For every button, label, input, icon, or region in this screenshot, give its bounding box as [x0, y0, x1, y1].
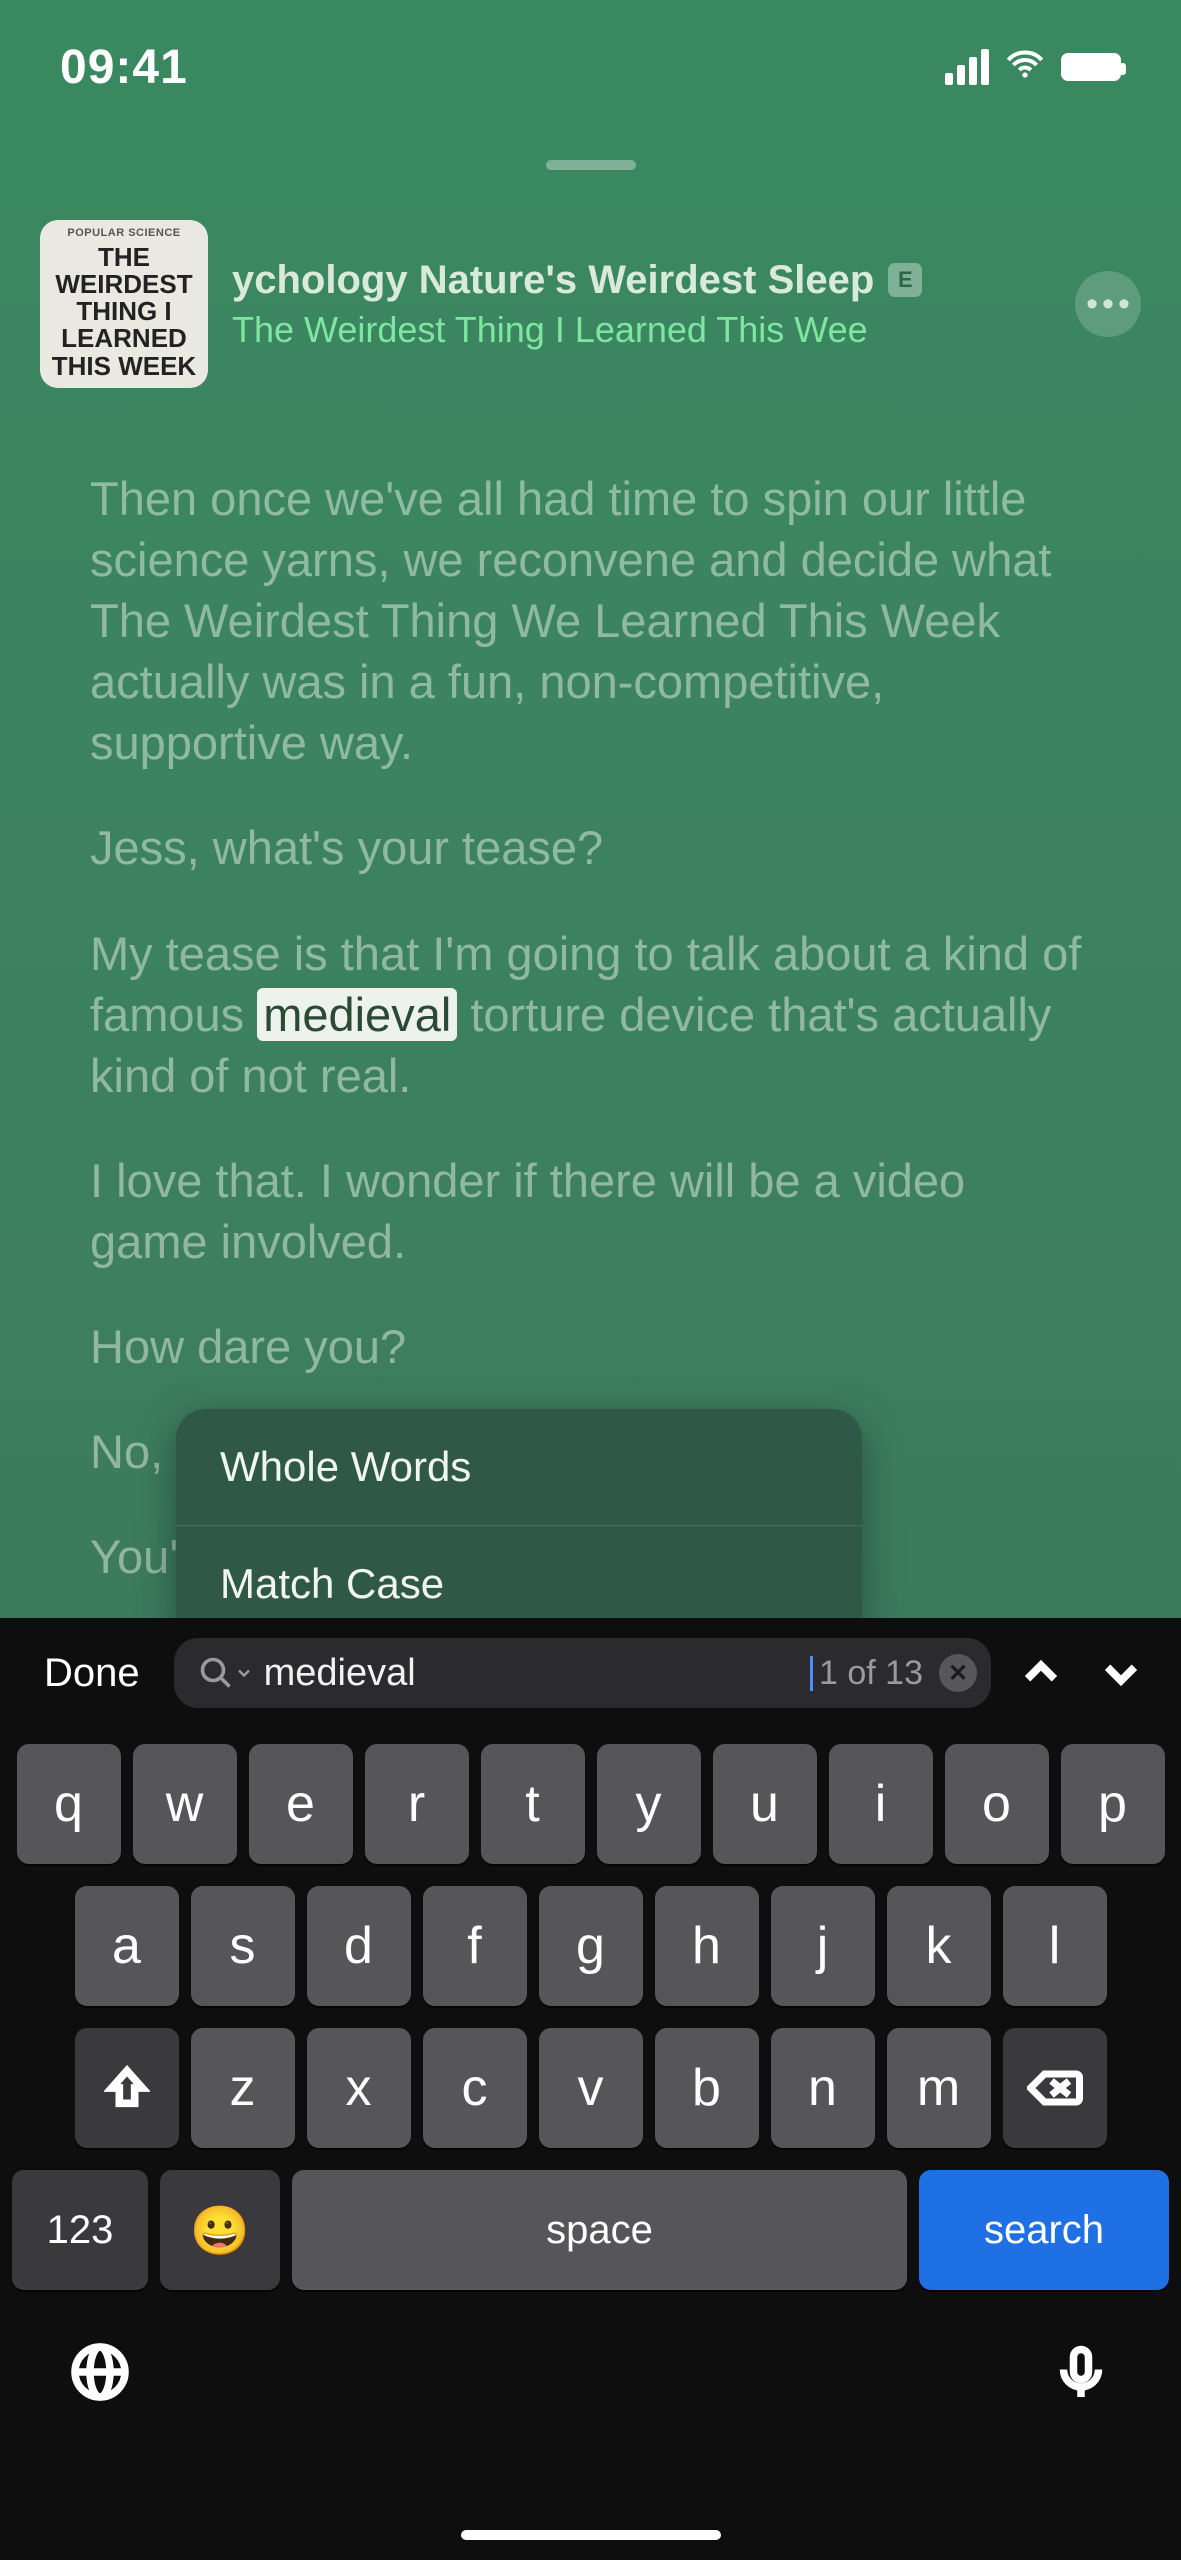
key-u[interactable]: u — [713, 1744, 817, 1864]
key-e[interactable]: e — [249, 1744, 353, 1864]
key-g[interactable]: g — [539, 1886, 643, 2006]
key-h[interactable]: h — [655, 1886, 759, 2006]
numbers-key[interactable]: 123 — [12, 2170, 148, 2290]
chevron-down-icon[interactable] — [234, 1663, 254, 1683]
space-key[interactable]: space — [292, 2170, 907, 2290]
globe-key[interactable] — [70, 2342, 130, 2407]
whole-words-option[interactable]: Whole Words — [176, 1409, 862, 1525]
transcript-paragraph[interactable]: My tease is that I'm going to talk about… — [90, 923, 1091, 1106]
key-j[interactable]: j — [771, 1886, 875, 2006]
transcript-paragraph[interactable]: I love that. I wonder if there will be a… — [90, 1150, 1091, 1272]
emoji-key[interactable]: 😀 — [160, 2170, 280, 2290]
sheet-handle[interactable] — [546, 160, 636, 170]
search-highlight[interactable]: medieval — [257, 988, 457, 1041]
key-p[interactable]: p — [1061, 1744, 1165, 1864]
key-m[interactable]: m — [887, 2028, 991, 2148]
episode-header: POPULAR SCIENCE THE WEIRDEST THING I LEA… — [0, 220, 1181, 388]
status-bar: 09:41 — [0, 0, 1181, 120]
key-x[interactable]: x — [307, 2028, 411, 2148]
key-l[interactable]: l — [1003, 1886, 1107, 2006]
key-r[interactable]: r — [365, 1744, 469, 1864]
key-o[interactable]: o — [945, 1744, 1049, 1864]
result-count: 1 of 13 — [819, 1654, 923, 1693]
status-time: 09:41 — [60, 40, 188, 95]
transcript-paragraph[interactable]: How dare you? — [90, 1316, 1091, 1377]
backspace-key[interactable] — [1003, 2028, 1107, 2148]
shift-key[interactable] — [75, 2028, 179, 2148]
key-z[interactable]: z — [191, 2028, 295, 2148]
artwork-topline: POPULAR SCIENCE — [67, 228, 180, 240]
cellular-icon — [945, 49, 989, 85]
key-a[interactable]: a — [75, 1886, 179, 2006]
key-k[interactable]: k — [887, 1886, 991, 2006]
podcast-name[interactable]: The Weirdest Thing I Learned This Wee — [232, 309, 1051, 351]
home-indicator[interactable] — [461, 2530, 721, 2540]
done-button[interactable]: Done — [30, 1651, 154, 1696]
transcript-paragraph[interactable]: Then once we've all had time to spin our… — [90, 468, 1091, 773]
key-n[interactable]: n — [771, 2028, 875, 2148]
search-key[interactable]: search — [919, 2170, 1169, 2290]
key-s[interactable]: s — [191, 1886, 295, 2006]
search-field[interactable]: medieval 1 of 13 ✕ — [174, 1638, 991, 1708]
explicit-badge: E — [888, 263, 922, 297]
keyboard: qwertyuiop asdfghjkl zxcvbnm 123 😀 space… — [0, 1728, 1181, 2290]
more-button[interactable]: ••• — [1075, 271, 1141, 337]
key-y[interactable]: y — [597, 1744, 701, 1864]
key-f[interactable]: f — [423, 1886, 527, 2006]
key-w[interactable]: w — [133, 1744, 237, 1864]
search-options-menu: Whole Words Match Case — [176, 1409, 862, 1642]
clear-search-button[interactable]: ✕ — [939, 1654, 977, 1692]
transcript[interactable]: Then once we've all had time to spin our… — [0, 388, 1181, 1587]
key-v[interactable]: v — [539, 2028, 643, 2148]
wifi-icon — [1005, 45, 1045, 90]
key-d[interactable]: d — [307, 1886, 411, 2006]
keyboard-area: Done medieval 1 of 13 ✕ qwertyuiop asdfg… — [0, 1618, 1181, 2560]
find-toolbar: Done medieval 1 of 13 ✕ — [0, 1618, 1181, 1728]
status-icons — [945, 45, 1121, 90]
key-q[interactable]: q — [17, 1744, 121, 1864]
next-result-button[interactable] — [1091, 1650, 1151, 1696]
search-input[interactable]: medieval — [264, 1652, 809, 1695]
podcast-artwork[interactable]: POPULAR SCIENCE THE WEIRDEST THING I LEA… — [40, 220, 208, 388]
key-c[interactable]: c — [423, 2028, 527, 2148]
previous-result-button[interactable] — [1011, 1650, 1071, 1696]
key-b[interactable]: b — [655, 2028, 759, 2148]
dictation-key[interactable] — [1051, 2342, 1111, 2407]
key-i[interactable]: i — [829, 1744, 933, 1864]
battery-icon — [1061, 53, 1121, 81]
transcript-paragraph[interactable]: Jess, what's your tease? — [90, 817, 1091, 878]
key-t[interactable]: t — [481, 1744, 585, 1864]
search-icon[interactable] — [198, 1655, 254, 1691]
episode-title[interactable]: ychology Nature's Weirdest Sleep — [232, 258, 874, 303]
